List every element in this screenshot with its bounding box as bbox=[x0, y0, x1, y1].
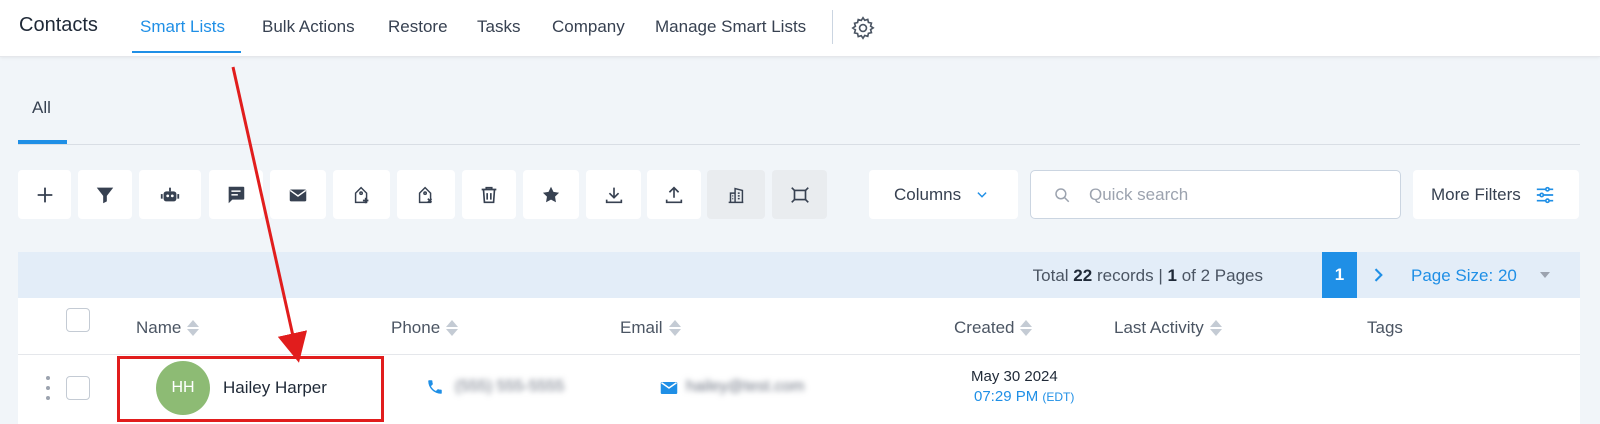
contact-name-link[interactable]: Hailey Harper bbox=[223, 378, 327, 398]
avatar: HH bbox=[156, 361, 210, 415]
send-email-button[interactable] bbox=[270, 170, 326, 219]
search-icon bbox=[1055, 187, 1070, 202]
row-checkbox[interactable] bbox=[66, 376, 90, 400]
send-sms-button[interactable] bbox=[209, 170, 263, 219]
export-button[interactable] bbox=[586, 170, 641, 219]
timezone-label: (EDT) bbox=[1042, 390, 1075, 404]
column-header-email[interactable]: Email bbox=[620, 318, 681, 338]
search-box bbox=[1030, 170, 1401, 219]
tab-manage-smart-lists[interactable]: Manage Smart Lists bbox=[655, 17, 806, 37]
header-divider bbox=[18, 354, 1580, 355]
app-title: Contacts bbox=[19, 14, 98, 36]
tab-smart-lists[interactable]: Smart Lists bbox=[140, 17, 225, 37]
sort-icon bbox=[668, 320, 681, 336]
created-date: May 30 2024 bbox=[971, 368, 1058, 385]
phone-value[interactable]: (555) 555-5555 bbox=[455, 378, 564, 396]
tag-add-icon bbox=[354, 186, 368, 203]
row-menu-icon[interactable] bbox=[45, 376, 51, 400]
total-records: 22 bbox=[1073, 266, 1093, 285]
building-icon bbox=[728, 187, 744, 203]
contacts-table: Name Phone Email Created Last Activity T… bbox=[18, 298, 1580, 424]
column-header-last-activity[interactable]: Last Activity bbox=[1114, 318, 1222, 338]
pagination-bar: Total 22 records | 1 of 2 Pages 1 Page S… bbox=[18, 252, 1580, 298]
column-header-created[interactable]: Created bbox=[954, 318, 1033, 338]
message-icon bbox=[228, 186, 245, 203]
plus-icon bbox=[37, 187, 52, 202]
star-icon bbox=[542, 186, 560, 202]
subtab-all[interactable]: All bbox=[32, 98, 51, 118]
more-filters-button[interactable]: More Filters bbox=[1413, 170, 1579, 219]
email-icon bbox=[289, 189, 307, 201]
workflow-button[interactable] bbox=[139, 170, 201, 219]
import-button[interactable] bbox=[647, 170, 701, 219]
tab-company[interactable]: Company bbox=[552, 17, 625, 37]
caret-down-icon[interactable] bbox=[1540, 272, 1550, 278]
column-header-name[interactable]: Name bbox=[136, 318, 200, 338]
top-nav-bar: Contacts Smart Lists Bulk Actions Restor… bbox=[0, 0, 1600, 57]
filter-icon bbox=[96, 187, 114, 203]
tag-remove-icon bbox=[418, 186, 433, 203]
columns-label: Columns bbox=[894, 184, 962, 204]
filter-button[interactable] bbox=[78, 170, 132, 219]
company-button[interactable] bbox=[707, 170, 765, 219]
star-button[interactable] bbox=[523, 170, 579, 219]
mail-icon[interactable] bbox=[660, 380, 678, 396]
records-summary: Total 22 records | 1 of 2 Pages bbox=[1032, 266, 1263, 285]
remove-tag-button[interactable] bbox=[397, 170, 455, 219]
trash-icon bbox=[481, 186, 497, 203]
merge-button[interactable] bbox=[772, 170, 827, 219]
columns-button[interactable]: Columns bbox=[869, 170, 1018, 219]
select-all-checkbox[interactable] bbox=[66, 308, 90, 332]
add-tag-button[interactable] bbox=[333, 170, 390, 219]
sort-icon bbox=[446, 320, 459, 336]
search-input[interactable] bbox=[1089, 184, 1369, 205]
sort-icon bbox=[187, 320, 200, 336]
chevron-right-icon[interactable] bbox=[1368, 265, 1388, 285]
add-contact-button[interactable] bbox=[18, 170, 71, 219]
nav-divider bbox=[832, 10, 833, 44]
page-size-select[interactable]: Page Size: 20 bbox=[1411, 266, 1517, 286]
merge-icon bbox=[790, 186, 809, 203]
gear-icon[interactable] bbox=[850, 15, 876, 41]
phone-icon[interactable] bbox=[426, 378, 444, 396]
email-value[interactable]: hailey@test.com bbox=[686, 378, 805, 396]
tab-tasks[interactable]: Tasks bbox=[477, 17, 520, 37]
more-filters-label: More Filters bbox=[1431, 184, 1521, 204]
column-header-phone[interactable]: Phone bbox=[391, 318, 459, 338]
subtab-divider bbox=[18, 144, 1580, 145]
robot-icon bbox=[160, 187, 180, 201]
sort-icon bbox=[1020, 320, 1033, 336]
active-tab-underline bbox=[132, 51, 241, 53]
upload-icon bbox=[665, 185, 683, 203]
chevron-down-icon bbox=[977, 191, 987, 198]
column-header-tags: Tags bbox=[1367, 318, 1403, 337]
current-page-label: 1 bbox=[1167, 266, 1177, 285]
created-time: 07:29 PM (EDT) bbox=[974, 388, 1075, 405]
page-1-button[interactable]: 1 bbox=[1322, 252, 1357, 298]
tab-bulk-actions[interactable]: Bulk Actions bbox=[262, 17, 355, 37]
sliders-icon bbox=[1536, 186, 1553, 203]
delete-button[interactable] bbox=[462, 170, 516, 219]
tab-restore[interactable]: Restore bbox=[388, 17, 448, 37]
sort-icon bbox=[1209, 320, 1222, 336]
download-icon bbox=[605, 187, 622, 203]
